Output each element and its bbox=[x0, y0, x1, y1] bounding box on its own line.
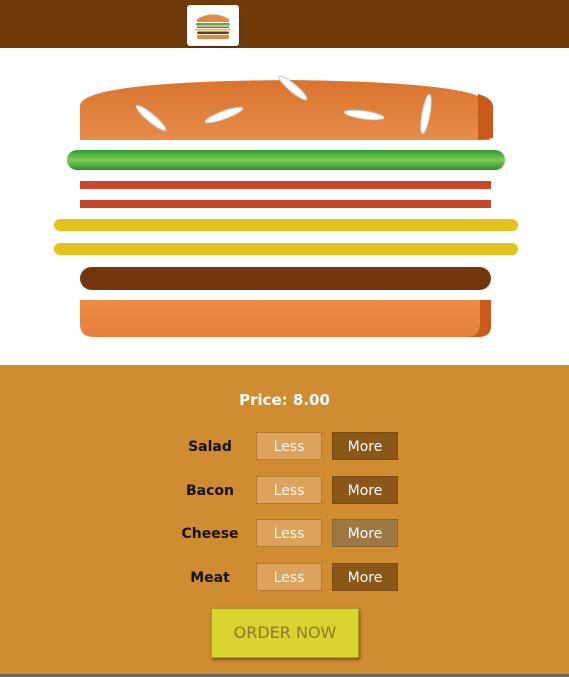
ingredient-row-cheese: Cheese Less More bbox=[0, 519, 569, 549]
burger-logo-icon[interactable] bbox=[187, 5, 239, 46]
bacon-more-button[interactable]: More bbox=[332, 476, 398, 504]
cheese-layer-1 bbox=[54, 219, 518, 231]
price-display: Price: 8.00 bbox=[239, 391, 330, 409]
burger-illustration bbox=[0, 48, 569, 365]
ingredient-label-salad: Salad bbox=[188, 439, 232, 455]
bottom-bun bbox=[80, 300, 491, 337]
ingredient-row-meat: Meat Less More bbox=[0, 563, 569, 593]
top-bun bbox=[80, 75, 493, 140]
salad-layer bbox=[67, 150, 505, 170]
cheese-layer-2 bbox=[54, 243, 518, 255]
ingredient-label-bacon: Bacon bbox=[185, 483, 234, 499]
meat-less-button[interactable]: Less bbox=[256, 563, 322, 591]
cheese-less-button[interactable]: Less bbox=[256, 519, 322, 547]
ingredient-row-salad: Salad Less More bbox=[0, 432, 569, 462]
meat-more-button[interactable]: More bbox=[332, 563, 398, 591]
cheese-more-button[interactable]: More bbox=[332, 519, 398, 547]
top-bar bbox=[0, 0, 569, 48]
bacon-less-button[interactable]: Less bbox=[256, 476, 322, 504]
ingredient-label-cheese: Cheese bbox=[181, 526, 239, 542]
order-now-button[interactable]: ORDER NOW bbox=[211, 608, 359, 658]
ingredient-label-meat: Meat bbox=[190, 570, 230, 586]
salad-more-button[interactable]: More bbox=[332, 432, 398, 460]
salad-less-button[interactable]: Less bbox=[256, 432, 322, 460]
bacon-layer-2 bbox=[80, 200, 491, 208]
ingredient-row-bacon: Bacon Less More bbox=[0, 476, 569, 506]
meat-layer bbox=[80, 267, 491, 290]
bacon-layer-1 bbox=[80, 181, 491, 189]
